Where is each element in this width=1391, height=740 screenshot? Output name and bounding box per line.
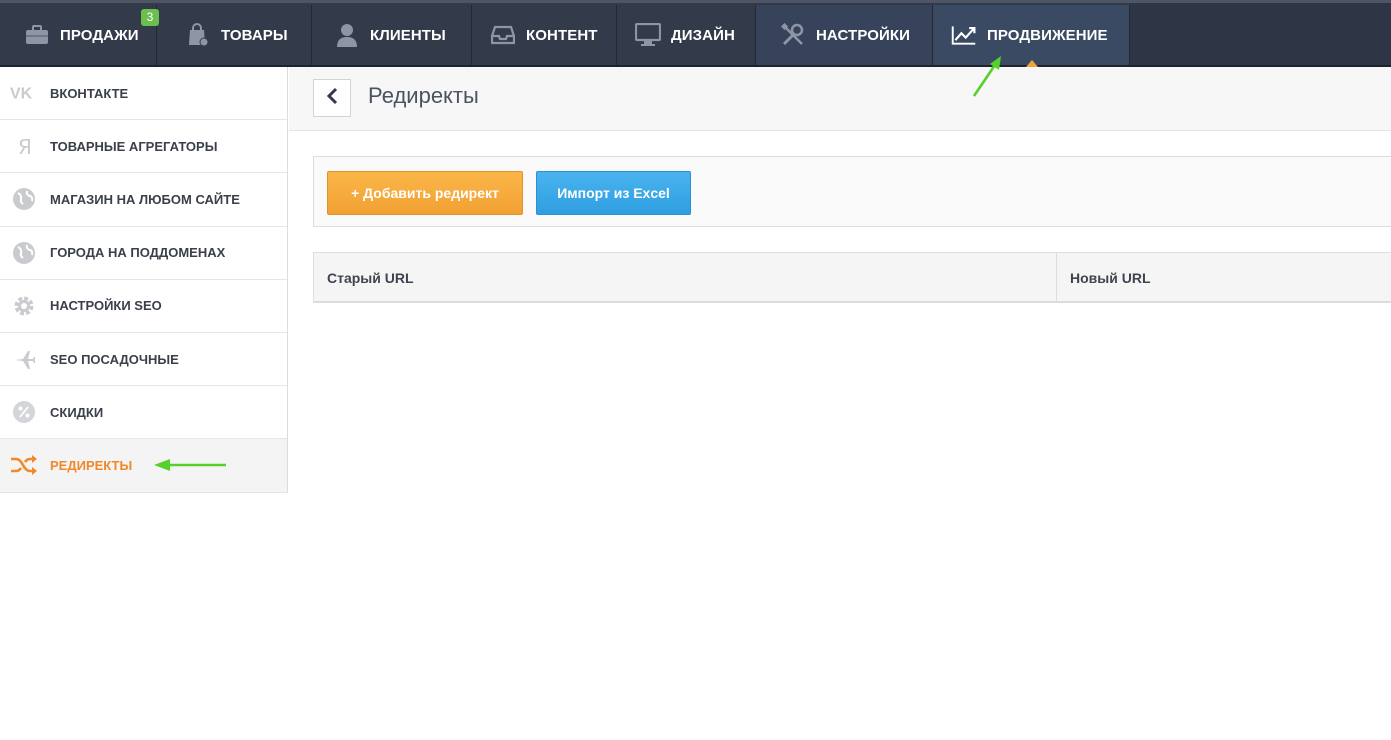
nav-item-settings[interactable]: НАСТРОЙКИ [756, 5, 933, 65]
nav-label: ПРОДВИЖЕНИЕ [987, 26, 1108, 44]
nav-label: КОНТЕНТ [526, 26, 598, 44]
active-caret [1026, 60, 1038, 67]
sidebar-item-seo-settings[interactable]: НАСТРОЙКИ SEO [0, 280, 287, 333]
plane-icon [10, 345, 38, 373]
nav-label: НАСТРОЙКИ [816, 26, 911, 44]
globe-icon [10, 239, 38, 267]
briefcase-icon [24, 22, 50, 48]
monitor-icon [635, 22, 661, 48]
chevron-left-icon [326, 87, 338, 110]
add-redirect-button[interactable]: + Добавить редирект [327, 171, 523, 215]
sidebar-item-redirects[interactable]: РЕДИРЕКТЫ [0, 439, 287, 493]
nav-label: КЛИЕНТЫ [370, 26, 446, 44]
nav-item-content[interactable]: КОНТЕНТ [472, 5, 617, 65]
trend-chart-icon [951, 22, 977, 48]
sidebar-item-label: РЕДИРЕКТЫ [50, 457, 133, 473]
sidebar-item-label: SEO ПОСАДОЧНЫЕ [50, 351, 179, 367]
user-icon [334, 22, 360, 48]
import-excel-button[interactable]: Импорт из Excel [536, 171, 691, 215]
sidebar-item-label: ГОРОДА НА ПОДДОМЕНАХ [50, 245, 226, 261]
nav-item-products[interactable]: ТОВАРЫ [157, 5, 312, 65]
action-toolbar: + Добавить редирект Импорт из Excel [313, 156, 1391, 227]
sidebar-item-label: ТОВАРНЫЕ АГРЕГАТОРЫ [50, 138, 218, 154]
svg-text:Я: Я [18, 135, 32, 157]
nav-item-clients[interactable]: КЛИЕНТЫ [312, 5, 472, 65]
shuffle-icon [10, 451, 38, 479]
yandex-icon: Я [10, 132, 38, 160]
sidebar: VK ВКОНТАКТЕ Я ТОВАРНЫЕ АГРЕГАТОРЫ МАГАЗ… [0, 67, 288, 493]
back-button[interactable] [313, 79, 351, 117]
sidebar-item-label: СКИДКИ [50, 404, 104, 420]
sidebar-item-vkontakte[interactable]: VK ВКОНТАКТЕ [0, 67, 287, 121]
nav-empty-area [1130, 3, 1391, 65]
sidebar-item-seo-landing[interactable]: SEO ПОСАДОЧНЫЕ [0, 333, 287, 387]
inbox-icon [490, 22, 516, 48]
sidebar-item-discounts[interactable]: СКИДКИ [0, 386, 287, 440]
nav-item-promotion[interactable]: ПРОДВИЖЕНИЕ [933, 5, 1130, 65]
sidebar-item-label: МАГАЗИН НА ЛЮБОМ САЙТЕ [50, 191, 240, 207]
nav-label: ТОВАРЫ [221, 26, 288, 44]
sidebar-item-subdomain-cities[interactable]: ГОРОДА НА ПОДДОМЕНАХ [0, 227, 287, 280]
sidebar-item-label: ВКОНТАКТЕ [50, 85, 129, 101]
column-header-old-url[interactable]: Старый URL [314, 253, 1057, 302]
svg-text:VK: VK [10, 86, 33, 101]
nav-item-design[interactable]: ДИЗАЙН [617, 5, 756, 65]
sidebar-item-label: НАСТРОЙКИ SEO [50, 298, 162, 314]
page-header: Редиректы [289, 67, 1391, 131]
shopping-bag-icon [185, 22, 211, 48]
nav-item-sales[interactable]: ПРОДАЖИ 3 [0, 5, 159, 65]
globe-icon [10, 185, 38, 213]
nav-label: ПРОДАЖИ [60, 26, 139, 44]
sidebar-item-store-any-site[interactable]: МАГАЗИН НА ЛЮБОМ САЙТЕ [0, 173, 287, 227]
vk-icon: VK [10, 79, 38, 107]
column-header-new-url[interactable]: Новый URL [1057, 253, 1391, 302]
sidebar-item-aggregators[interactable]: Я ТОВАРНЫЕ АГРЕГАТОРЫ [0, 120, 287, 174]
gear-icon [10, 292, 38, 320]
redirects-table: Старый URL Новый URL [313, 252, 1391, 303]
page-title: Редиректы [368, 83, 479, 108]
nav-label: ДИЗАЙН [671, 26, 735, 44]
percent-icon [10, 398, 38, 426]
top-navigation: ПРОДАЖИ 3 ТОВАРЫ КЛИЕНТЫ КОНТЕНТ ДИЗАЙН … [0, 0, 1391, 67]
tools-icon [780, 22, 806, 48]
